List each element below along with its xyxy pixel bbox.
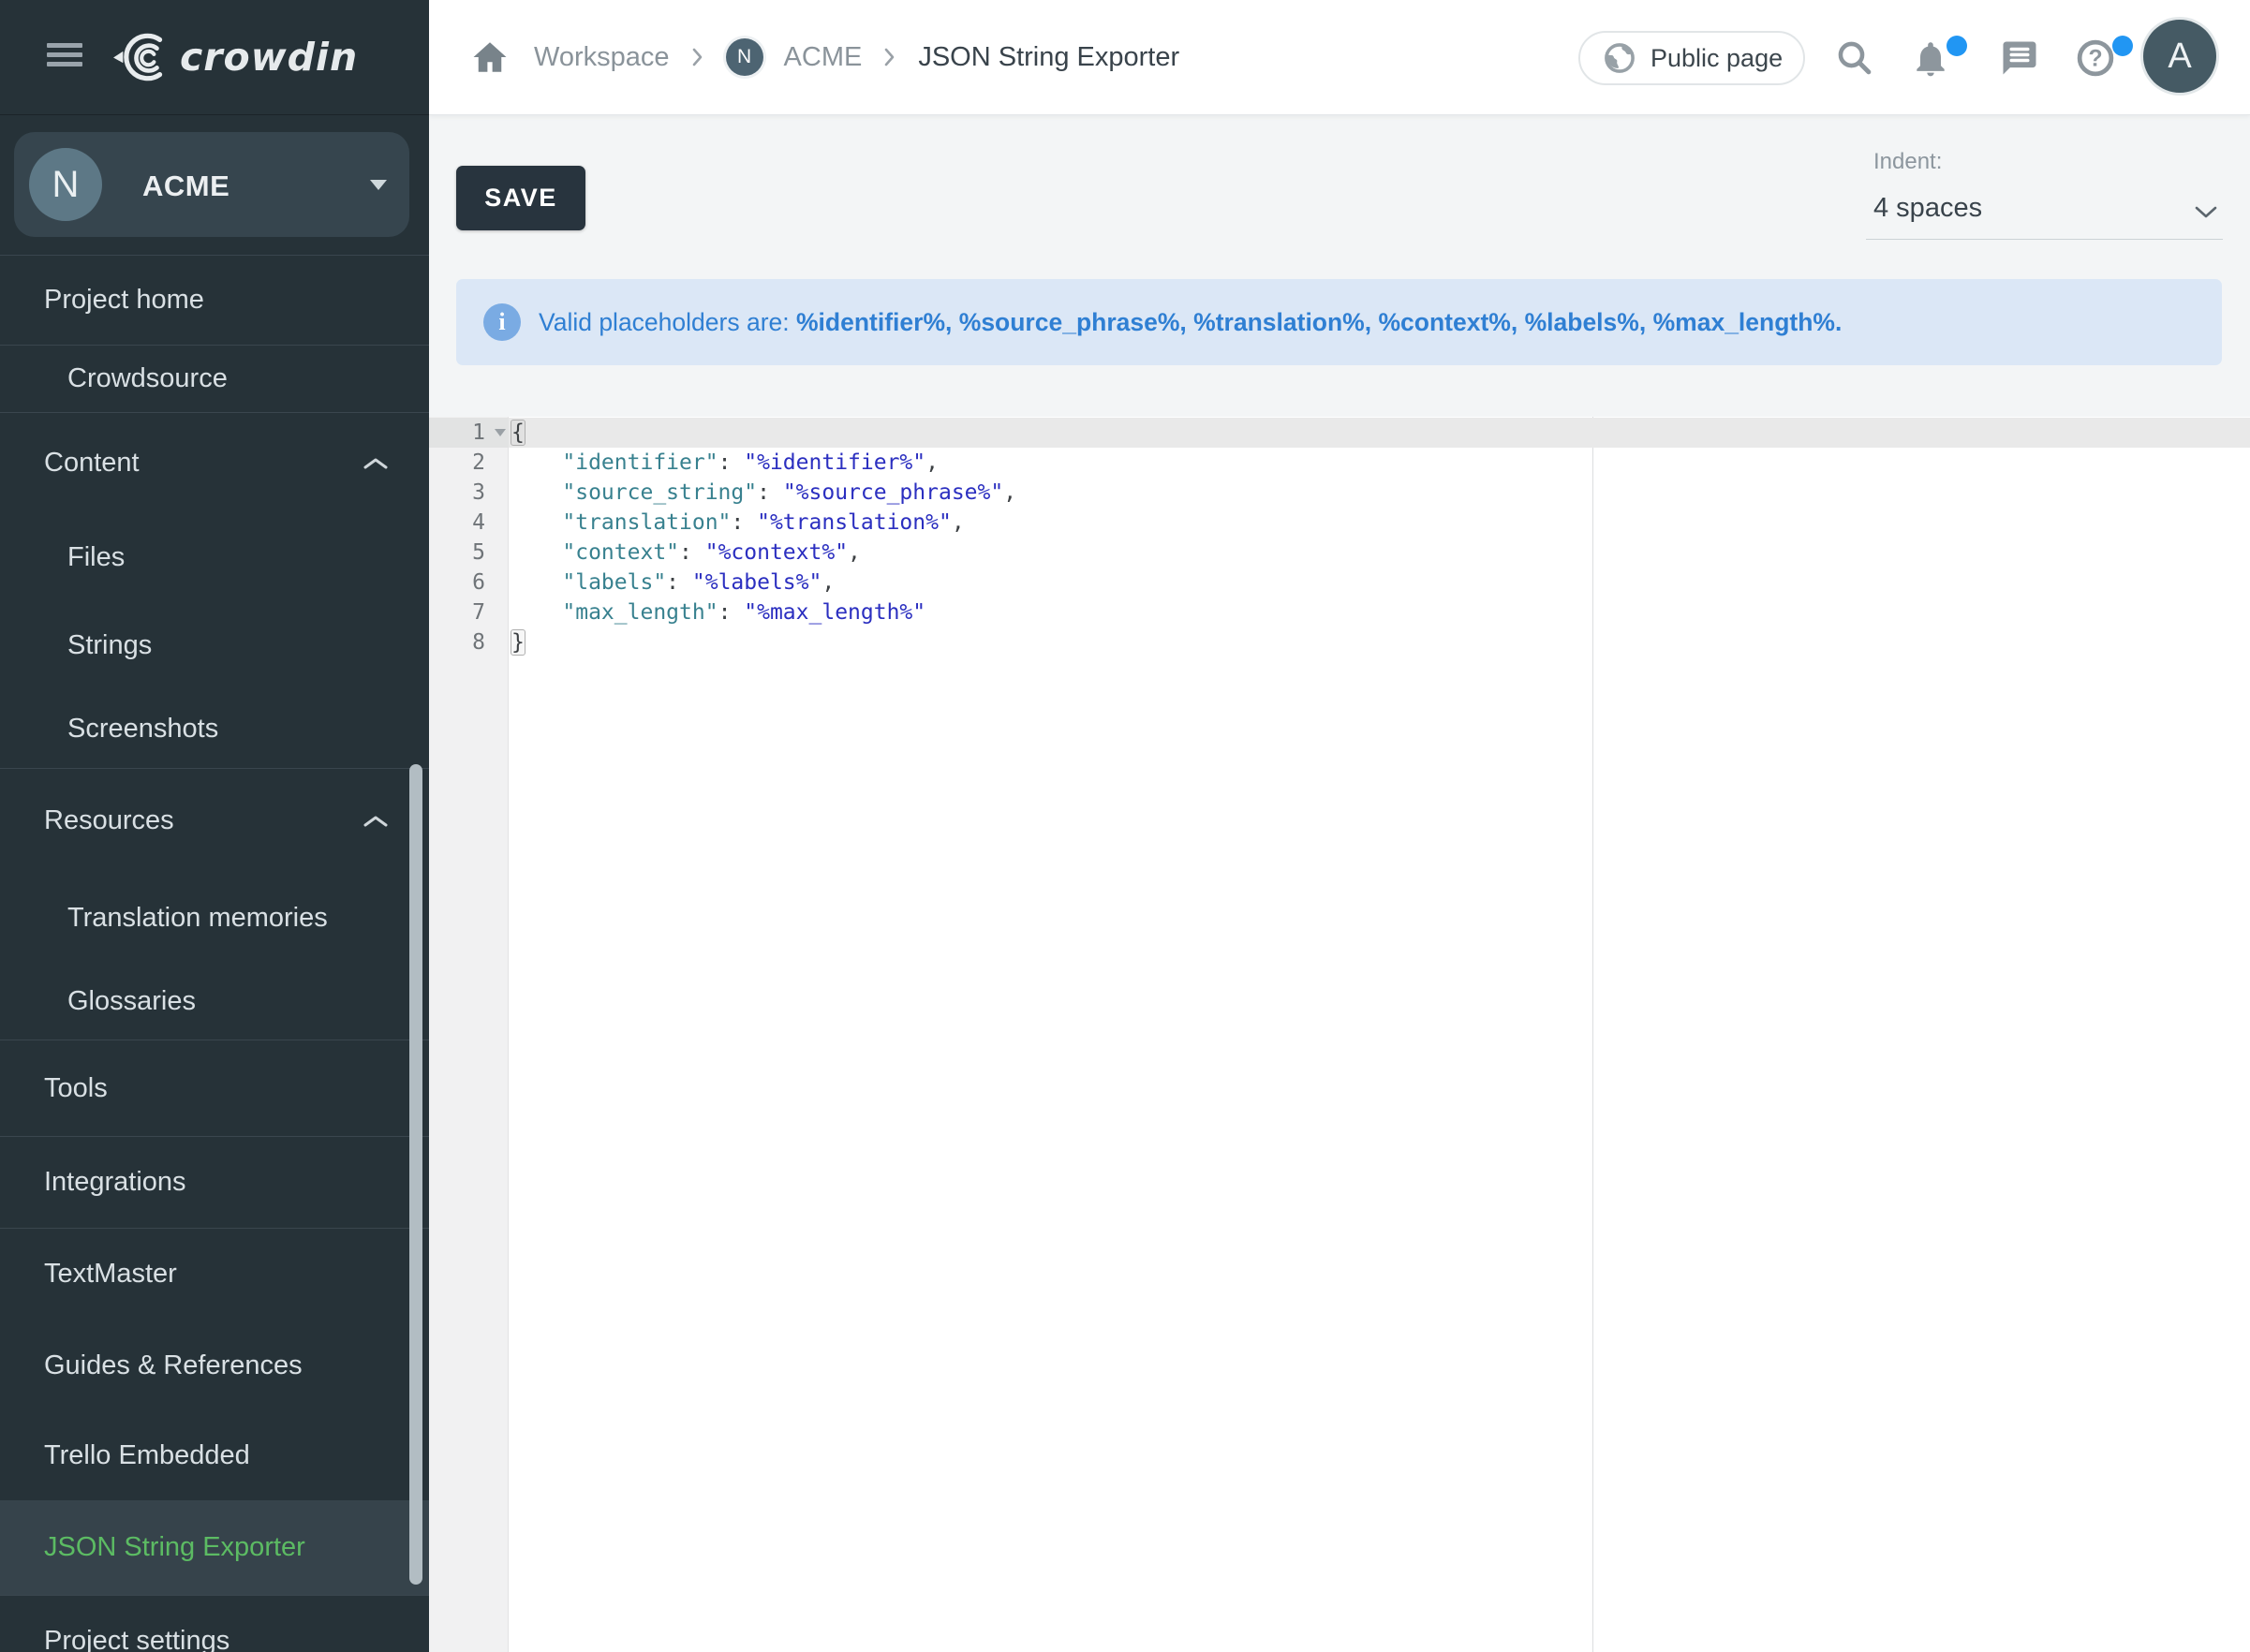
sidebar-item-label: JSON String Exporter (0, 1532, 305, 1563)
breadcrumb-workspace[interactable]: Workspace (534, 42, 670, 73)
sidebar-item-resources[interactable]: Resources (0, 768, 429, 873)
code-line-1[interactable]: 1{ (429, 418, 2250, 448)
code-line-8[interactable]: 8} (429, 627, 2250, 657)
breadcrumb: Workspace N ACME JSON String Exporter (470, 0, 1179, 114)
bell-notification-dot (1947, 36, 1967, 56)
home-icon[interactable] (470, 38, 510, 76)
sidebar: crowdin N ACME Project homeCrowdsourceCo… (0, 0, 429, 1652)
sidebar-item-content[interactable]: Content (0, 412, 429, 513)
line-number: 2 (429, 448, 509, 478)
sidebar-item-label: Project settings (0, 1626, 229, 1652)
sidebar-item-label: Trello Embedded (0, 1440, 250, 1471)
breadcrumb-acme[interactable]: ACME (784, 42, 863, 73)
info-banner: i Valid placeholders are: %identifier%, … (456, 279, 2222, 365)
user-avatar[interactable]: A (2143, 20, 2216, 93)
svg-text:?: ? (2088, 46, 2102, 71)
sidebar-item-screenshots[interactable]: Screenshots (0, 689, 429, 768)
placeholder-token: %context%, (1378, 308, 1517, 336)
json-code-editor[interactable]: 1{2 "identifier": "%identifier%",3 "sour… (429, 417, 2250, 1652)
code-line-5[interactable]: 5 "context": "%context%", (429, 538, 2250, 568)
line-number: 7 (429, 597, 509, 627)
sidebar-item-label: Tools (0, 1073, 108, 1104)
indent-label: Indent: (1866, 149, 2223, 175)
code-text: { (509, 418, 525, 448)
line-number: 8 (429, 627, 509, 657)
line-number: 5 (429, 538, 509, 568)
sidebar-scrollbar[interactable] (409, 764, 422, 1585)
sidebar-item-label: Resources (0, 805, 174, 836)
info-icon: i (483, 303, 521, 341)
code-line-4[interactable]: 4 "translation": "%translation%", (429, 508, 2250, 538)
search-icon[interactable] (1832, 36, 1877, 81)
sidebar-item-strings[interactable]: Strings (0, 601, 429, 689)
sidebar-item-label: Glossaries (0, 986, 196, 1017)
sidebar-item-translation-memories[interactable]: Translation memories (0, 873, 429, 963)
code-text: "max_length": "%max_length%" (509, 597, 925, 627)
sidebar-item-crowdsource[interactable]: Crowdsource (0, 345, 429, 412)
public-page-label: Public page (1650, 44, 1783, 73)
code-text: "identifier": "%identifier%", (509, 448, 939, 478)
save-button[interactable]: SAVE (456, 166, 585, 230)
sidebar-item-trello-embedded[interactable]: Trello Embedded (0, 1411, 429, 1500)
line-number: 4 (429, 508, 509, 538)
code-text: "source_string": "%source_phrase%", (509, 478, 1016, 508)
top-bar: Workspace N ACME JSON String Exporter Publi… (429, 0, 2250, 115)
chevron-down-icon (2195, 206, 2217, 219)
code-line-2[interactable]: 2 "identifier": "%identifier%", (429, 448, 2250, 478)
line-number: 6 (429, 568, 509, 597)
code-line-7[interactable]: 7 "max_length": "%max_length%" (429, 597, 2250, 627)
breadcrumb-project-badge: N (726, 38, 763, 76)
sidebar-item-project-home[interactable]: Project home (0, 255, 429, 345)
line-number: 3 (429, 478, 509, 508)
code-line-3[interactable]: 3 "source_string": "%source_phrase%", (429, 478, 2250, 508)
sidebar-item-label: Crowdsource (0, 363, 228, 394)
code-line-6[interactable]: 6 "labels": "%labels%", (429, 568, 2250, 597)
sidebar-item-label: Files (0, 542, 125, 573)
placeholder-token: %identifier%, (796, 308, 952, 336)
chevron-up-icon (363, 815, 388, 828)
chevron-up-icon (363, 457, 388, 470)
code-text: "translation": "%translation%", (509, 508, 965, 538)
globe-icon (1603, 41, 1636, 75)
fold-caret-icon[interactable] (495, 429, 506, 436)
sidebar-item-json-string-exporter[interactable]: JSON String Exporter (0, 1500, 429, 1595)
app-window: crowdin N ACME Project homeCrowdsourceCo… (0, 0, 2250, 1652)
public-page-button[interactable]: Public page (1578, 31, 1805, 85)
sidebar-nav: Project home Crowdsource Content Files Strin… (0, 0, 429, 1652)
chat-icon[interactable] (1997, 36, 2042, 81)
sidebar-item-label: Project home (0, 285, 204, 316)
code-text: "context": "%context%", (509, 538, 861, 568)
sidebar-item-guides-references[interactable]: Guides & References (0, 1320, 429, 1411)
breadcrumb-chevron-icon (692, 48, 703, 66)
sidebar-item-glossaries[interactable]: Glossaries (0, 963, 429, 1040)
info-banner-text: Valid placeholders are: %identifier%, %s… (539, 308, 1842, 337)
help-notification-dot (2112, 36, 2133, 56)
code-text: } (509, 627, 525, 657)
placeholder-token: %labels%, (1525, 308, 1647, 336)
placeholder-token: %max_length%. (1653, 308, 1843, 336)
placeholder-token: %translation%, (1193, 308, 1371, 336)
sidebar-item-label: Guides & References (0, 1350, 303, 1381)
indent-control: Indent: 4 spaces (1866, 149, 2223, 240)
breadcrumb-chevron-icon (884, 48, 896, 66)
sidebar-item-label: Screenshots (0, 714, 218, 745)
sidebar-item-label: Content (0, 448, 140, 479)
sidebar-item-project-settings[interactable]: Project settings (0, 1595, 429, 1652)
breadcrumb-json-string-exporter: JSON String Exporter (918, 42, 1179, 73)
sidebar-item-textmaster[interactable]: TextMaster (0, 1228, 429, 1320)
placeholder-token: %source_phrase%, (959, 308, 1187, 336)
main-content: SAVE Indent: 4 spaces i Valid placeholde… (429, 115, 2250, 1652)
sidebar-item-integrations[interactable]: Integrations (0, 1136, 429, 1228)
sidebar-item-tools[interactable]: Tools (0, 1040, 429, 1136)
sidebar-item-label: Strings (0, 630, 152, 661)
help-icon[interactable]: ? (2073, 36, 2118, 81)
line-number: 1 (429, 418, 509, 448)
sidebar-item-label: Integrations (0, 1167, 186, 1198)
code-text: "labels": "%labels%", (509, 568, 835, 597)
sidebar-item-files[interactable]: Files (0, 513, 429, 601)
indent-select[interactable]: 4 spaces (1866, 187, 2223, 240)
sidebar-item-label: TextMaster (0, 1259, 177, 1290)
indent-selected-value: 4 spaces (1873, 193, 1982, 224)
sidebar-item-label: Translation memories (0, 903, 328, 934)
